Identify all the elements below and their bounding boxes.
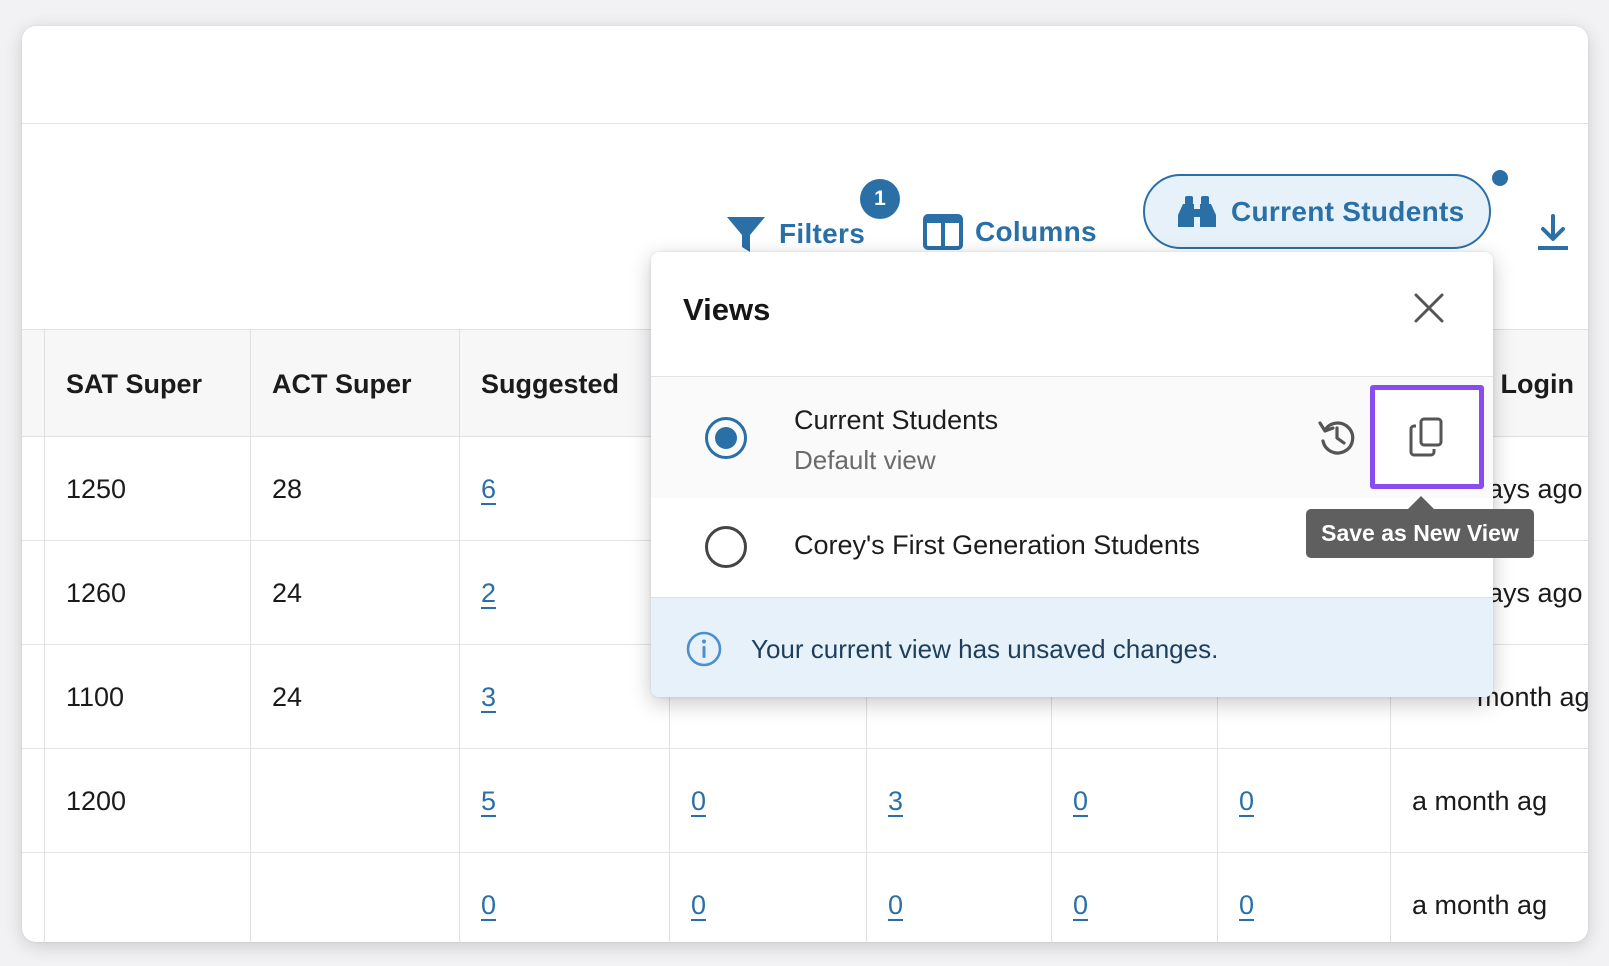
cell-last-login: a month ag xyxy=(1412,889,1548,920)
top-band xyxy=(22,26,1588,124)
header-act-super[interactable]: ACT Super xyxy=(272,330,412,438)
cell-act-super: 24 xyxy=(272,681,303,712)
views-popover: Views Current Students Default view Core… xyxy=(651,252,1493,697)
save-as-new-view-button[interactable] xyxy=(1370,385,1484,489)
cell-count-link[interactable]: 0 xyxy=(1239,749,1254,853)
columns-button[interactable]: Columns xyxy=(923,214,1097,250)
unsaved-indicator-dot xyxy=(1492,170,1508,186)
cell-count-link[interactable]: 0 xyxy=(888,853,903,942)
cell-act-super: 28 xyxy=(272,473,303,504)
info-icon xyxy=(685,630,723,673)
current-view-label: Current Students xyxy=(1231,195,1465,227)
view-name: Current Students xyxy=(794,405,999,435)
table-row: 1200 5 0 3 0 0 a month ag xyxy=(22,749,1588,853)
cell-count-link[interactable]: 3 xyxy=(888,749,903,853)
view-subtitle: Default view xyxy=(794,445,936,475)
tooltip-arrow xyxy=(1408,496,1434,509)
cell-sat-super: 1250 xyxy=(66,473,127,504)
download-button[interactable] xyxy=(1536,214,1570,252)
columns-icon xyxy=(923,214,963,250)
close-icon xyxy=(1414,293,1444,323)
column-divider xyxy=(250,329,251,942)
cell-act-super: 24 xyxy=(272,577,303,608)
history-icon xyxy=(1318,421,1355,455)
copy-icon xyxy=(1409,417,1443,457)
filters-label: Filters xyxy=(779,218,866,249)
cell-count-link[interactable]: 0 xyxy=(1239,853,1254,942)
cell-count-link[interactable]: 0 xyxy=(691,749,706,853)
cell-count-link[interactable]: 0 xyxy=(691,853,706,942)
cell-suggested-link[interactable]: 2 xyxy=(481,541,496,645)
view-radio-selected[interactable] xyxy=(705,417,747,459)
view-name: Corey's First Generation Students xyxy=(794,530,1200,560)
binoculars-icon xyxy=(1178,195,1216,227)
cell-suggested-link[interactable]: 5 xyxy=(481,749,496,853)
filters-count-badge: 1 xyxy=(860,179,900,219)
cell-suggested-link[interactable]: 3 xyxy=(481,645,496,749)
cell-count-link[interactable]: 0 xyxy=(1073,853,1088,942)
close-popover-button[interactable] xyxy=(1413,292,1445,329)
header-sat-super[interactable]: SAT Super xyxy=(66,330,202,438)
cell-last-login: a month ag xyxy=(1412,785,1548,816)
views-popover-title: Views xyxy=(683,292,771,327)
cell-sat-super: 1200 xyxy=(66,785,127,816)
cell-count-link[interactable]: 0 xyxy=(1073,749,1088,853)
column-divider xyxy=(459,329,460,942)
download-icon xyxy=(1538,214,1568,250)
column-divider xyxy=(44,329,45,942)
view-radio-unselected[interactable] xyxy=(705,526,747,568)
cell-suggested-link[interactable]: 0 xyxy=(481,853,496,942)
header-suggested[interactable]: Suggested xyxy=(481,330,619,438)
unsaved-changes-message: Your current view has unsaved changes. xyxy=(751,634,1219,664)
columns-label: Columns xyxy=(975,216,1097,247)
unsaved-changes-alert: Your current view has unsaved changes. xyxy=(651,597,1493,697)
views-selector-button[interactable]: Current Students xyxy=(1143,174,1491,249)
header-last-login[interactable]: t Login xyxy=(1484,330,1574,438)
view-option-current-students[interactable]: Current Students Default view xyxy=(651,377,1493,498)
cell-sat-super: 1100 xyxy=(66,681,125,712)
cell-last-login: month ag xyxy=(1477,681,1588,712)
cell-sat-super: 1260 xyxy=(66,577,127,608)
filters-button[interactable]: Filters xyxy=(725,214,865,254)
cell-suggested-link[interactable]: 6 xyxy=(481,437,496,541)
table-row: 0 0 0 0 0 a month ag xyxy=(22,853,1588,942)
revert-changes-button[interactable] xyxy=(1317,417,1357,462)
filter-funnel-icon xyxy=(727,217,765,252)
save-as-new-view-tooltip: Save as New View xyxy=(1306,509,1534,558)
